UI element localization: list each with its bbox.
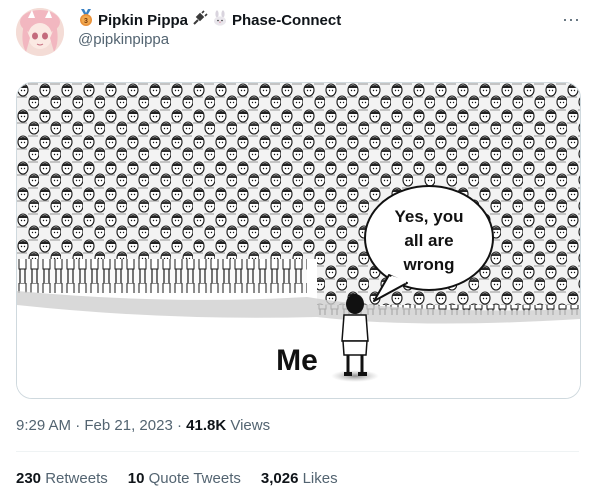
quote-tweets-count: 10 [127, 470, 145, 487]
quote-tweets-label: Quote Tweets [148, 470, 241, 487]
medal-icon: 3 [78, 9, 94, 31]
meta-separator: · [176, 417, 182, 434]
bubble-line-3: wrong [403, 255, 455, 274]
more-options-button[interactable]: ··· [561, 9, 581, 29]
plug-icon [192, 10, 208, 30]
display-name[interactable]: Pipkin Pippa [98, 12, 188, 29]
views-label: Views [230, 417, 271, 434]
svg-text:3: 3 [84, 18, 88, 25]
affiliation-name: Phase-Connect [232, 11, 342, 29]
avatar[interactable] [16, 8, 64, 56]
engagement-stats: 230 Retweets 10 Quote Tweets 3,026 Likes [16, 470, 338, 487]
tweet-media-image[interactable]: Yes, you all are wrong Me [16, 82, 581, 399]
bubble-line-1: Yes, you [395, 207, 464, 226]
likes-stat[interactable]: 3,026 Likes [261, 470, 338, 487]
divider [16, 451, 579, 452]
me-label: Me [276, 344, 318, 377]
quote-tweets-stat[interactable]: 10 Quote Tweets [128, 470, 241, 487]
author-name-row[interactable]: 3 Pipkin Pippa Phase-Connect [78, 9, 341, 31]
likes-count: 3,026 [260, 470, 299, 487]
tweet-date[interactable]: Feb 21, 2023 [84, 417, 172, 434]
retweets-label: Retweets [45, 470, 108, 487]
retweets-stat[interactable]: 230 Retweets [16, 470, 108, 487]
more-icon: ··· [562, 8, 580, 29]
bunny-icon [212, 10, 228, 30]
views-count: 41.8K [186, 417, 227, 434]
tweet-metadata: 9:29 AM · Feb 21, 2023 · 41.8K Views [16, 417, 270, 434]
likes-label: Likes [302, 470, 338, 487]
tweet-time[interactable]: 9:29 AM [16, 417, 71, 434]
avatar-image [16, 8, 64, 56]
meme-illustration: Yes, you all are wrong Me [17, 83, 580, 398]
retweets-count: 230 [16, 470, 42, 487]
bubble-line-2: all are [404, 231, 453, 250]
meta-separator: · [75, 417, 81, 434]
author-handle[interactable]: @pipkinpippa [78, 31, 169, 48]
